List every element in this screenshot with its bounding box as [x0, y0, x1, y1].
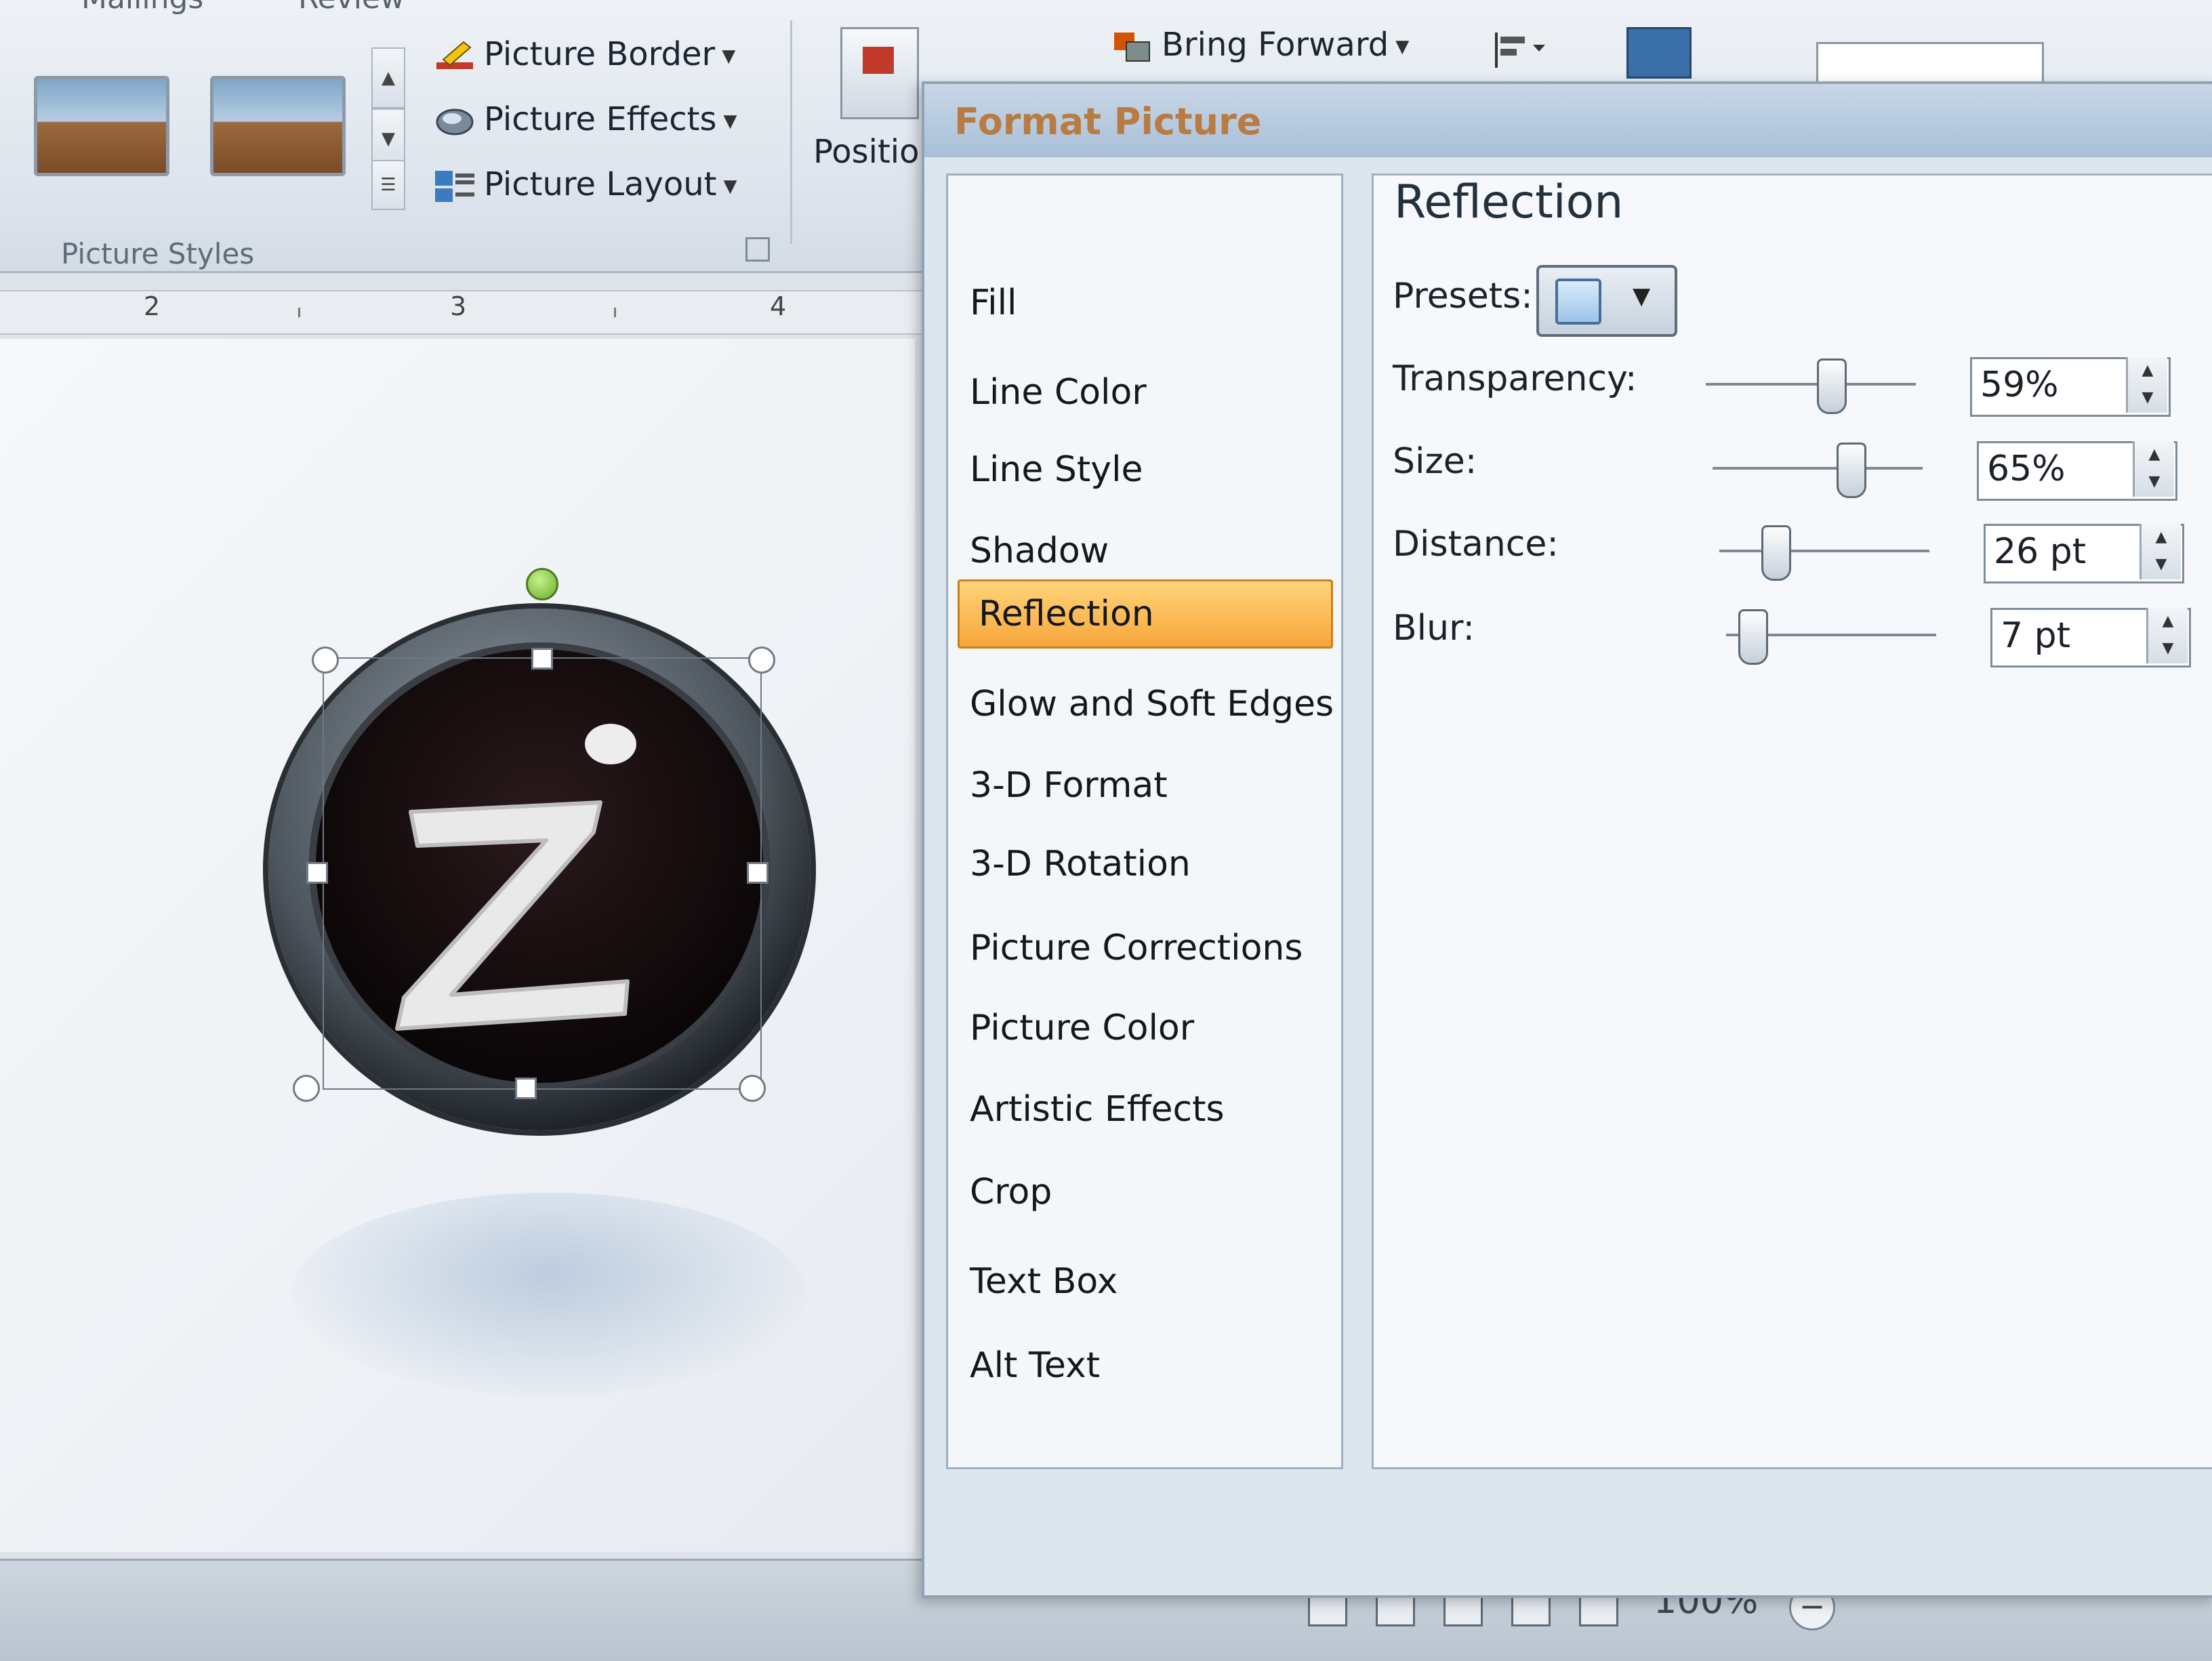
position-button[interactable]: Positio — [813, 133, 919, 171]
tab-review[interactable]: Review — [298, 0, 405, 16]
resize-handle-top[interactable] — [531, 648, 553, 670]
ruler-number: 2 — [144, 291, 161, 321]
category-text-box[interactable]: Text Box — [948, 1249, 1336, 1314]
pencil-icon — [434, 39, 476, 73]
group-separator — [790, 20, 792, 244]
presets-dropdown[interactable]: ▼ — [1536, 265, 1677, 337]
layout-icon — [434, 169, 476, 203]
resize-handle-bottom-right[interactable] — [739, 1075, 766, 1102]
category-picture-color[interactable]: Picture Color — [948, 996, 1336, 1061]
category-line-style[interactable]: Line Style — [948, 437, 1336, 502]
category-crop[interactable]: Crop — [948, 1160, 1336, 1225]
category-glow-soft-edges[interactable]: Glow and Soft Edges — [948, 672, 1336, 737]
category-3d-rotation[interactable]: 3-D Rotation — [948, 832, 1336, 897]
transparency-value: 59% — [1980, 365, 2059, 405]
resize-handle-bottom[interactable] — [515, 1078, 537, 1099]
gallery-scroll-up-button[interactable]: ▲ — [371, 47, 405, 108]
category-list: Fill Line Color Line Style Shadow Reflec… — [946, 173, 1343, 1469]
category-fill[interactable]: Fill — [948, 270, 1336, 335]
category-shadow[interactable]: Shadow — [948, 518, 1336, 583]
presets-label: Presets: — [1393, 276, 1533, 316]
blur-label: Blur: — [1393, 608, 1475, 649]
dropdown-arrow-icon: ▼ — [1633, 283, 1651, 310]
rotation-handle[interactable] — [526, 568, 558, 600]
reflection-panel: Reflection Presets: ▼ Transparency: 59% … — [1372, 173, 2212, 1469]
transparency-label: Transparency: — [1393, 358, 1637, 399]
selection-box — [323, 657, 762, 1090]
distance-label: Distance: — [1393, 524, 1559, 565]
bring-forward-icon — [1111, 30, 1153, 64]
blur-spin-buttons[interactable]: ▲ ▼ — [2146, 608, 2188, 663]
position-icon — [840, 27, 919, 119]
resize-handle-top-left[interactable] — [312, 647, 339, 674]
picture-effects-button[interactable]: Picture Effects ▼ — [434, 100, 737, 138]
category-artistic-effects[interactable]: Artistic Effects — [948, 1077, 1336, 1142]
resize-handle-right[interactable] — [747, 862, 769, 884]
size-slider-thumb[interactable] — [1836, 443, 1866, 498]
bring-forward-button[interactable]: Bring Forward ▼ — [1111, 26, 1409, 64]
size-spin-buttons[interactable]: ▲ ▼ — [2133, 441, 2174, 497]
size-slider-track[interactable] — [1713, 467, 1923, 470]
reflection-preset-icon — [1555, 279, 1601, 325]
format-picture-dialog: Format Picture Fill Line Color Line Styl… — [922, 81, 2212, 1598]
ruler-number: 3 — [450, 291, 467, 321]
size-label: Size: — [1393, 441, 1477, 482]
crop-icon[interactable] — [1626, 27, 1692, 79]
picture-layout-label: Picture Layout — [484, 165, 717, 203]
transparency-spin-buttons[interactable]: ▲ ▼ — [2126, 357, 2167, 413]
ruler-number: 4 — [770, 291, 787, 321]
picture-border-button[interactable]: Picture Border ▼ — [434, 35, 735, 73]
ruler-tick — [614, 308, 616, 317]
logo-reflection — [291, 1193, 806, 1396]
gallery-more-button[interactable]: ☰ — [371, 160, 405, 210]
dialog-titlebar[interactable]: Format Picture — [924, 84, 2212, 157]
blur-slider-thumb[interactable] — [1738, 609, 1769, 665]
picture-layout-button[interactable]: Picture Layout ▼ — [434, 165, 737, 203]
picture-effects-label: Picture Effects — [484, 100, 717, 138]
distance-spin-buttons[interactable]: ▲ ▼ — [2139, 524, 2181, 579]
bring-forward-label: Bring Forward — [1162, 26, 1389, 64]
ruler-tick — [298, 308, 300, 317]
dropdown-arrow-icon: ▼ — [1395, 37, 1410, 57]
distance-slider-thumb[interactable] — [1761, 525, 1791, 581]
position-icon-image — [863, 47, 894, 74]
size-value: 65% — [1987, 449, 2066, 489]
effects-icon — [434, 104, 476, 138]
picture-border-label: Picture Border — [484, 35, 716, 73]
transparency-slider-track[interactable] — [1706, 383, 1916, 386]
distance-slider-track[interactable] — [1719, 550, 1929, 552]
distance-value: 26 pt — [1994, 531, 2087, 572]
category-3d-format[interactable]: 3-D Format — [948, 753, 1336, 818]
dropdown-arrow-icon: ▼ — [723, 111, 737, 131]
dialog-title: Format Picture — [954, 100, 1262, 143]
dialog-launcher-icon[interactable] — [745, 237, 770, 262]
resize-handle-left[interactable] — [306, 862, 328, 884]
dropdown-arrow-icon: ▼ — [722, 46, 736, 66]
category-picture-corrections[interactable]: Picture Corrections — [948, 916, 1336, 981]
resize-handle-top-right[interactable] — [748, 647, 775, 674]
blur-value: 7 pt — [2001, 615, 2071, 656]
picture-style-thumbnail[interactable] — [34, 76, 169, 176]
dropdown-arrow-icon: ▼ — [723, 176, 737, 197]
horizontal-ruler[interactable]: 2 3 4 — [0, 290, 928, 335]
picture-styles-group-label: Picture Styles — [61, 237, 255, 270]
panel-heading: Reflection — [1394, 176, 1624, 229]
align-icon[interactable] — [1491, 30, 1552, 70]
resize-handle-bottom-left[interactable] — [293, 1075, 320, 1102]
transparency-slider-thumb[interactable] — [1816, 358, 1847, 414]
picture-style-thumbnail[interactable] — [210, 76, 346, 176]
category-alt-text[interactable]: Alt Text — [948, 1333, 1336, 1398]
category-reflection[interactable]: Reflection — [958, 579, 1333, 649]
category-line-color[interactable]: Line Color — [948, 360, 1336, 425]
tab-mailings[interactable]: Mailings — [81, 0, 203, 16]
